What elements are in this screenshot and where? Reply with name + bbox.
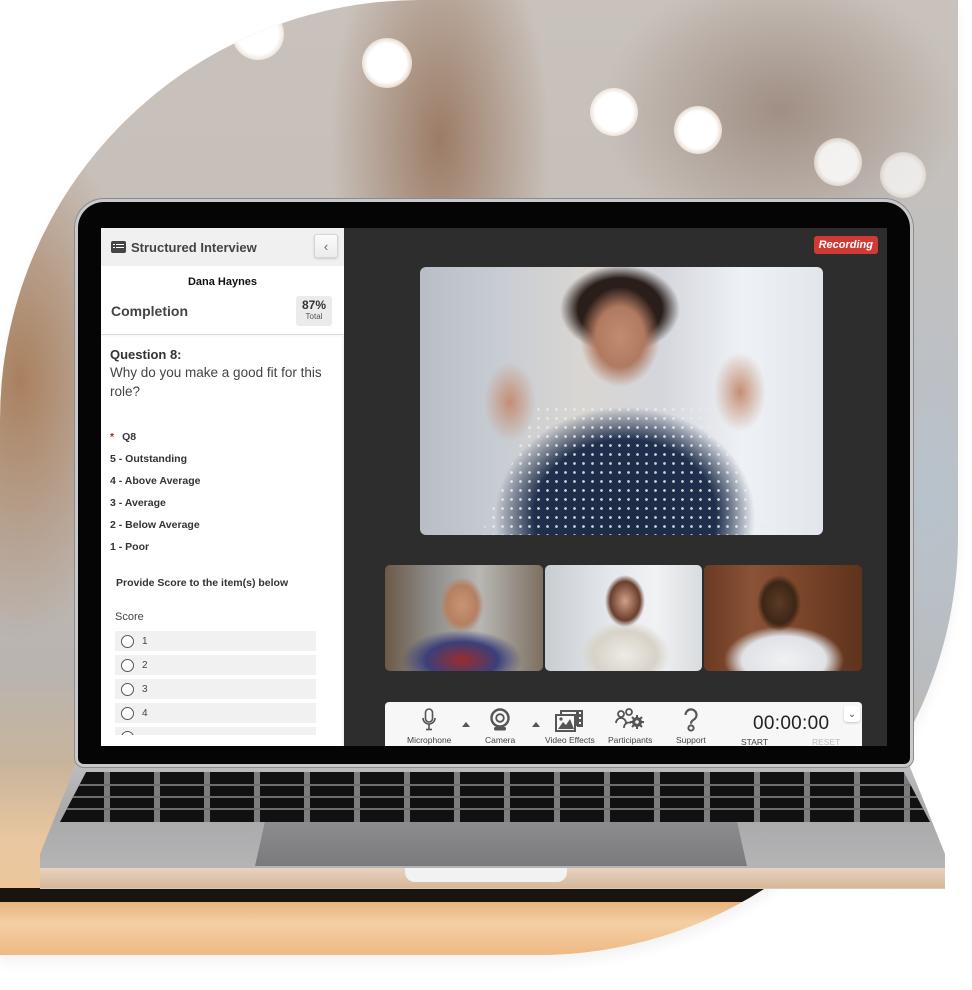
- microphone-icon: [421, 708, 437, 732]
- completion-percent: 87%: [301, 298, 327, 312]
- scale-item: 3 - Average: [110, 497, 166, 509]
- question-code: * Q8: [110, 431, 336, 443]
- scale-item: 5 - Outstanding: [110, 453, 187, 465]
- score-option[interactable]: 2: [115, 655, 316, 675]
- score-option-label: 2: [142, 659, 148, 671]
- bokeh-light: [362, 38, 412, 88]
- score-option-label: 4: [142, 707, 148, 719]
- question-code-label: Q8: [122, 431, 137, 443]
- desk-shadow: [0, 888, 958, 902]
- participant-thumbnail[interactable]: [704, 565, 863, 671]
- question-panel: Question 8: Why do you make a good fit f…: [101, 335, 344, 735]
- sidebar-title: Structured Interview: [131, 239, 257, 255]
- candidate-name: Dana Haynes: [187, 276, 258, 288]
- laptop-keyboard: [60, 772, 930, 822]
- laptop-screen: Structured Interview ‹ Dana Haynes Compl…: [101, 228, 887, 746]
- support-button[interactable]: Support: [676, 708, 706, 745]
- score-option[interactable]: 3: [115, 679, 316, 699]
- bokeh-light: [674, 106, 722, 154]
- question-icon: [682, 708, 700, 732]
- radio-button[interactable]: [121, 682, 134, 696]
- support-label: Support: [676, 735, 706, 745]
- participant-thumbnail[interactable]: [544, 565, 703, 671]
- participants-button[interactable]: Participants: [608, 708, 652, 745]
- recording-badge: Recording: [813, 236, 878, 254]
- camera-options-caret[interactable]: [532, 722, 540, 727]
- interview-sidebar: Structured Interview ‹ Dana Haynes Compl…: [101, 228, 344, 746]
- bokeh-light: [880, 152, 926, 198]
- completion-label: Completion: [111, 303, 188, 319]
- bokeh-light: [814, 138, 862, 186]
- participant-thumbnail[interactable]: [385, 565, 543, 671]
- scale-item: 4 - Above Average: [110, 475, 201, 487]
- webcam-icon: [489, 708, 511, 732]
- collapse-sidebar-button[interactable]: ‹: [314, 234, 338, 258]
- toggle-controls-button[interactable]: ⌄: [844, 706, 860, 722]
- sidebar-header: Structured Interview ‹: [101, 228, 344, 266]
- call-control-bar: Microphone Camera Video Effects Particip…: [385, 702, 862, 746]
- participant-thumbnails: [385, 565, 863, 671]
- score-instruction: Provide Score to the item(s) below: [116, 577, 289, 589]
- camera-button[interactable]: Camera: [485, 708, 515, 745]
- laptop-trackpad: [255, 822, 747, 866]
- radio-button[interactable]: [121, 706, 134, 720]
- question-title: Question 8:: [110, 347, 182, 362]
- video-effects-icon: [554, 708, 585, 732]
- polka-dot-shirt: [480, 402, 770, 535]
- list-icon: [111, 241, 126, 253]
- camera-label: Camera: [485, 735, 516, 745]
- score-option[interactable]: 4: [115, 703, 316, 723]
- reset-button[interactable]: RESET: [812, 737, 840, 746]
- call-timer: 00:00:00: [753, 713, 830, 734]
- laptop-notch: [405, 868, 567, 882]
- wooden-desk: [0, 902, 958, 955]
- completion-row: Completion 87% Total: [101, 294, 344, 328]
- radio-button[interactable]: [121, 730, 134, 735]
- score-option[interactable]: [115, 727, 316, 735]
- completion-sub: Total: [305, 312, 323, 321]
- completion-badge: 87% Total: [296, 296, 332, 326]
- question-text: Why do you make a good fit for this role…: [110, 365, 322, 399]
- microphone-label: Microphone: [407, 735, 452, 745]
- radio-button[interactable]: [121, 634, 134, 648]
- main-participant-video[interactable]: [420, 267, 823, 535]
- score-option-label: 1: [142, 635, 148, 647]
- chevron-down-icon: ⌄: [847, 708, 857, 720]
- start-button[interactable]: START: [741, 737, 768, 746]
- sidebar-scrollbar[interactable]: [342, 336, 344, 746]
- scale-item: 2 - Below Average: [110, 519, 200, 531]
- required-marker: *: [110, 431, 115, 443]
- chevron-left-icon: ‹: [323, 238, 329, 254]
- participants-label: Participants: [608, 735, 653, 745]
- score-label: Score: [115, 611, 144, 623]
- scale-item: 1 - Poor: [110, 541, 150, 553]
- bokeh-light: [590, 88, 638, 136]
- video-effects-button[interactable]: Video Effects: [545, 708, 595, 745]
- participants-settings-icon: [615, 708, 645, 732]
- bokeh-light: [232, 8, 284, 60]
- video-effects-label: Video Effects: [545, 735, 595, 745]
- radio-button[interactable]: [121, 658, 134, 672]
- score-option[interactable]: 1: [115, 631, 316, 651]
- microphone-options-caret[interactable]: [462, 722, 470, 727]
- microphone-button[interactable]: Microphone: [407, 708, 451, 745]
- score-options: 1 2 3 4: [110, 631, 336, 735]
- score-option-label: 3: [142, 683, 148, 695]
